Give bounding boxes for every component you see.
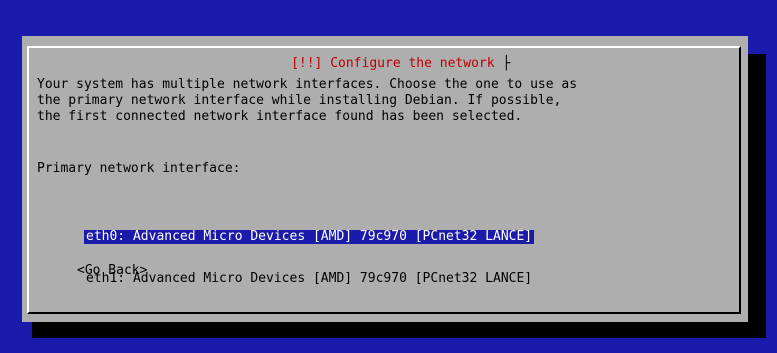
title-marker: [!!]	[291, 56, 323, 71]
dialog-title-group: [!!] Configure the network ├	[283, 56, 519, 71]
description-line-2: the primary network interface while inst…	[37, 93, 562, 108]
description-line-1: Your system has multiple network interfa…	[37, 77, 578, 92]
interface-option-eth0[interactable]: eth0: Advanced Micro Devices [AMD] 79c97…	[84, 230, 535, 244]
go-back-button[interactable]: <Go Back>	[77, 263, 147, 279]
interface-list: eth0: Advanced Micro Devices [AMD] 79c97…	[84, 202, 535, 314]
title-right-bracket: ├	[502, 56, 511, 71]
description-text: Your system has multiple network interfa…	[37, 77, 577, 125]
description-line-3: the first connected network interface fo…	[37, 109, 523, 124]
interface-option-eth1[interactable]: eth1: Advanced Micro Devices [AMD] 79c97…	[84, 272, 534, 286]
primary-interface-prompt: Primary network interface:	[37, 161, 241, 176]
dialog-title: Configure the network	[330, 56, 495, 71]
configure-network-dialog: [!!] Configure the network ├ Your system…	[22, 36, 748, 322]
